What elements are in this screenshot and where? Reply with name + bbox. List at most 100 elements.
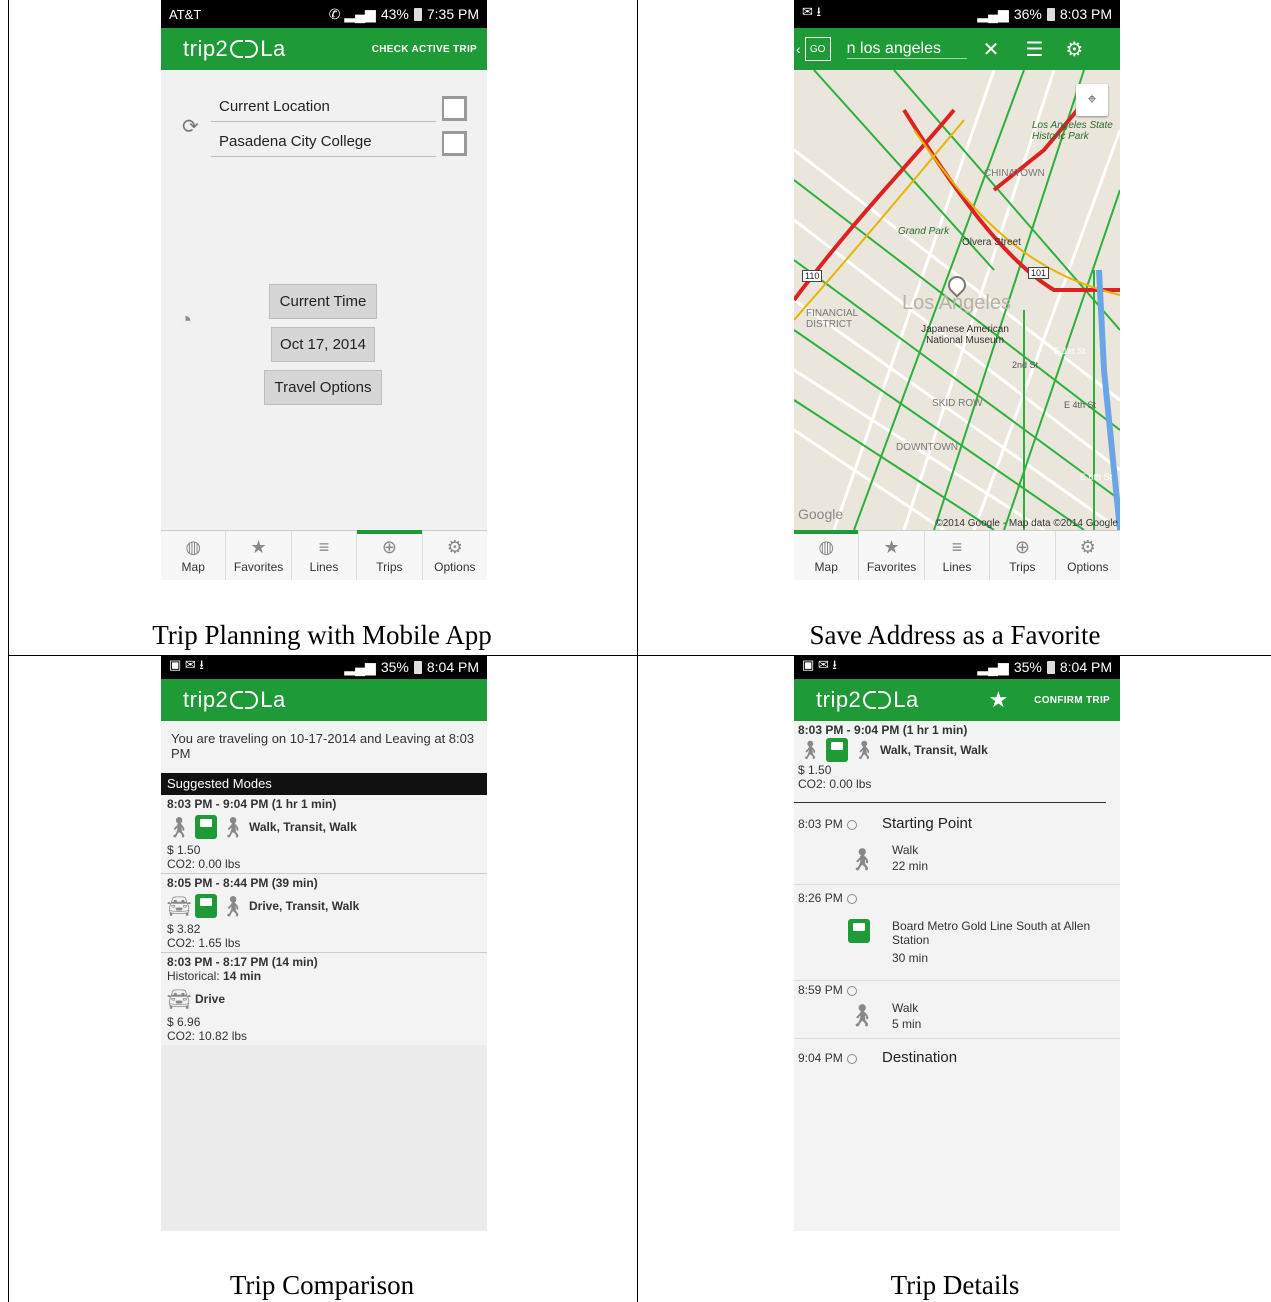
star-icon: ★ [250, 537, 267, 557]
to-field[interactable]: Pasadena City College [211, 127, 436, 157]
map-label-museum: Japanese American National Museum [921, 324, 1009, 346]
trip-time: 8:03 PM - 8:17 PM (14 min) [167, 955, 318, 969]
walk-icon: 🚶︎ [166, 816, 192, 839]
map-label-skid: SKID ROW [932, 398, 983, 409]
step-duration: 30 min [892, 951, 929, 965]
caption-trip-details: Trip Details [890, 1270, 1020, 1300]
battery-icon [413, 7, 422, 21]
confirm-trip-button[interactable]: CONFIRM TRIP [1034, 695, 1110, 706]
map-copyright: ©2014 Google - Map data ©2014 Google [935, 518, 1118, 529]
transit-icon [195, 815, 217, 839]
status-bar: ▣ ✉ ⭳ ▂▄▆ 35% 8:04 PM [794, 655, 1120, 679]
map-label-grand-park: Grand Park [898, 226, 950, 237]
tab-bar: ◍ Map ★ Favorites ≡ Lines ⊕ Trips ⚙ Options [794, 530, 1120, 580]
app-logo: trip2 La [816, 687, 919, 712]
notification-icons: ✉ ⭳ [802, 4, 822, 19]
map-view[interactable]: Los Angeles State Historic Park CHINATOW… [794, 70, 1120, 530]
status-bar: ▣ ✉ ⭳ ▂▄▆ 35% 8:04 PM [161, 655, 487, 679]
check-active-trip-button[interactable]: CHECK ACTIVE TRIP [372, 44, 477, 55]
step-mode: Walk [892, 843, 919, 857]
walk-icon: 🚶︎ [852, 739, 876, 760]
step-destination: 9:04 PM Destination [794, 1039, 1120, 1079]
notification-icons: ▣ ✉ ⭳ [802, 657, 837, 672]
trip-co2: CO2: 1.65 lbs [167, 936, 241, 950]
caption-trip-planning: Trip Planning with Mobile App [152, 620, 492, 650]
menu-icon[interactable]: ☰ [1025, 37, 1043, 62]
trip-option-1[interactable]: 8:03 PM - 9:04 PM (1 hr 1 min) 🚶︎ 🚶︎ Wal… [161, 795, 487, 874]
star-icon: ★ [883, 537, 900, 557]
trip-modes: Drive, Transit, Walk [249, 899, 360, 913]
tab-lines[interactable]: ≡ Lines [292, 531, 358, 580]
map-label-chinatown: CHINATOWN [984, 168, 1045, 179]
swap-icon[interactable]: ⟳ [182, 114, 199, 139]
app-bar: trip2 La [161, 679, 487, 721]
travel-options-button[interactable]: Travel Options [264, 370, 382, 405]
my-location-button[interactable]: ⌖ [1076, 84, 1108, 116]
grid-mid [637, 0, 638, 1302]
step-description: Board Metro Gold Line South at Allen Sta… [892, 919, 1091, 947]
transit-icon [826, 738, 848, 762]
tab-options[interactable]: ⚙ Options [423, 531, 487, 580]
carrier: AT&T [169, 6, 202, 22]
step-transit: 8:26 PM Board Metro Gold Line South at A… [794, 885, 1120, 981]
car-icon: 🚘︎ [166, 895, 192, 918]
close-icon[interactable]: ✕ [983, 37, 1000, 62]
date-button[interactable]: Oct 17, 2014 [271, 327, 375, 362]
caption-trip-comparison: Trip Comparison [229, 1270, 415, 1300]
tab-trips[interactable]: ⊕ Trips [357, 530, 423, 580]
gear-icon: ⚙ [446, 537, 463, 557]
map-label-1st: E 1st St [1054, 346, 1086, 356]
walk-icon: 🚶︎ [848, 847, 876, 872]
step-title: Starting Point [882, 815, 973, 832]
back-icon[interactable]: ‹ [796, 41, 801, 57]
signal-icon: ▂▄▆ [977, 658, 1009, 675]
tab-trips[interactable]: ⊕ Trips [990, 531, 1056, 580]
walk-icon: 🚶︎ [798, 739, 822, 760]
map-label-financial: FINANCIAL DISTRICT [806, 308, 858, 330]
tab-map[interactable]: ◍ Map [794, 530, 860, 580]
settings-icon[interactable]: ⚙ [1065, 37, 1083, 62]
tab-bar: ◍ Map ★ Favorites ≡ Lines ⊕ Trips ⚙ Options [161, 530, 487, 580]
trip-co2: CO2: 0.00 lbs [167, 857, 241, 871]
trip-option-2[interactable]: 8:05 PM - 8:44 PM (39 min) 🚘︎ 🚶︎ Drive, … [161, 874, 487, 953]
trip-cost: $ 1.50 [167, 843, 201, 857]
globe-icon: ◍ [818, 537, 835, 557]
notification-icons: ▣ ✉ ⭳ [169, 657, 204, 672]
car-icon: 🚘︎ [166, 988, 192, 1011]
tab-map[interactable]: ◍ Map [161, 531, 227, 580]
gear-icon: ⚙ [1079, 537, 1096, 557]
tab-favorites[interactable]: ★ Favorites [859, 531, 925, 580]
trip-historical: Historical: 14 min [167, 969, 262, 983]
phone-trip-details: ▣ ✉ ⭳ ▂▄▆ 35% 8:04 PM trip2 La ★ CONFIRM TR… [794, 655, 1120, 1231]
step-walk: 8:59 PM 🚶︎ Walk 5 min [794, 981, 1120, 1039]
current-time-button[interactable]: Current Time [269, 284, 377, 319]
phone-trip-comparison: ▣ ✉ ⭳ ▂▄▆ 35% 8:04 PM trip2 La You are trav… [161, 655, 487, 1231]
grid-left [8, 0, 9, 1302]
trip-modes: Walk, Transit, Walk [249, 820, 357, 834]
from-field[interactable]: Current Location [211, 92, 436, 122]
walk-icon: 🚶︎ [220, 895, 246, 918]
favorite-star-icon[interactable]: ★ [988, 687, 1008, 713]
step-duration: 22 min [892, 859, 929, 873]
transit-icon [848, 919, 870, 943]
lines-icon: ≡ [951, 537, 963, 557]
to-favorite-icon[interactable] [442, 131, 467, 156]
tab-lines[interactable]: ≡ Lines [925, 531, 991, 580]
step-time: 8:26 PM [798, 891, 857, 905]
map-label-state-park: Los Angeles State Historic Park [1032, 120, 1113, 142]
map-label-4th: E 4th St [1064, 400, 1097, 410]
step-start: 8:03 PM Starting Point 🚶︎ Walk 22 min [794, 803, 1120, 885]
globe-icon: ◍ [185, 537, 202, 557]
from-favorite-icon[interactable] [442, 96, 467, 121]
tab-options[interactable]: ⚙ Options [1056, 531, 1120, 580]
tab-favorites[interactable]: ★ Favorites [226, 531, 292, 580]
trip-option-3[interactable]: 8:03 PM - 8:17 PM (14 min) Historical: 1… [161, 953, 487, 1045]
trip-summary: 8:03 PM - 9:04 PM (1 hr 1 min) 🚶︎ 🚶︎ Wal… [794, 721, 1106, 803]
map-search-bar: ‹ GO n los angeles ✕ ☰ ⚙ [794, 28, 1120, 70]
signal-icon: ▂▄▆ [344, 658, 376, 675]
app-bar: trip2 La ★ CONFIRM TRIP [794, 679, 1120, 721]
phone-save-favorite: ✉ ⭳ ▂▄▆ 36% 8:03 PM ‹ GO n los angeles ✕ ☰… [794, 0, 1120, 580]
status-bar: AT&T ✆ ▂▄▆ 43% 7:35 PM [161, 0, 487, 28]
search-input[interactable]: n los angeles [846, 40, 967, 59]
trip-cost: $ 6.96 [167, 1015, 201, 1029]
